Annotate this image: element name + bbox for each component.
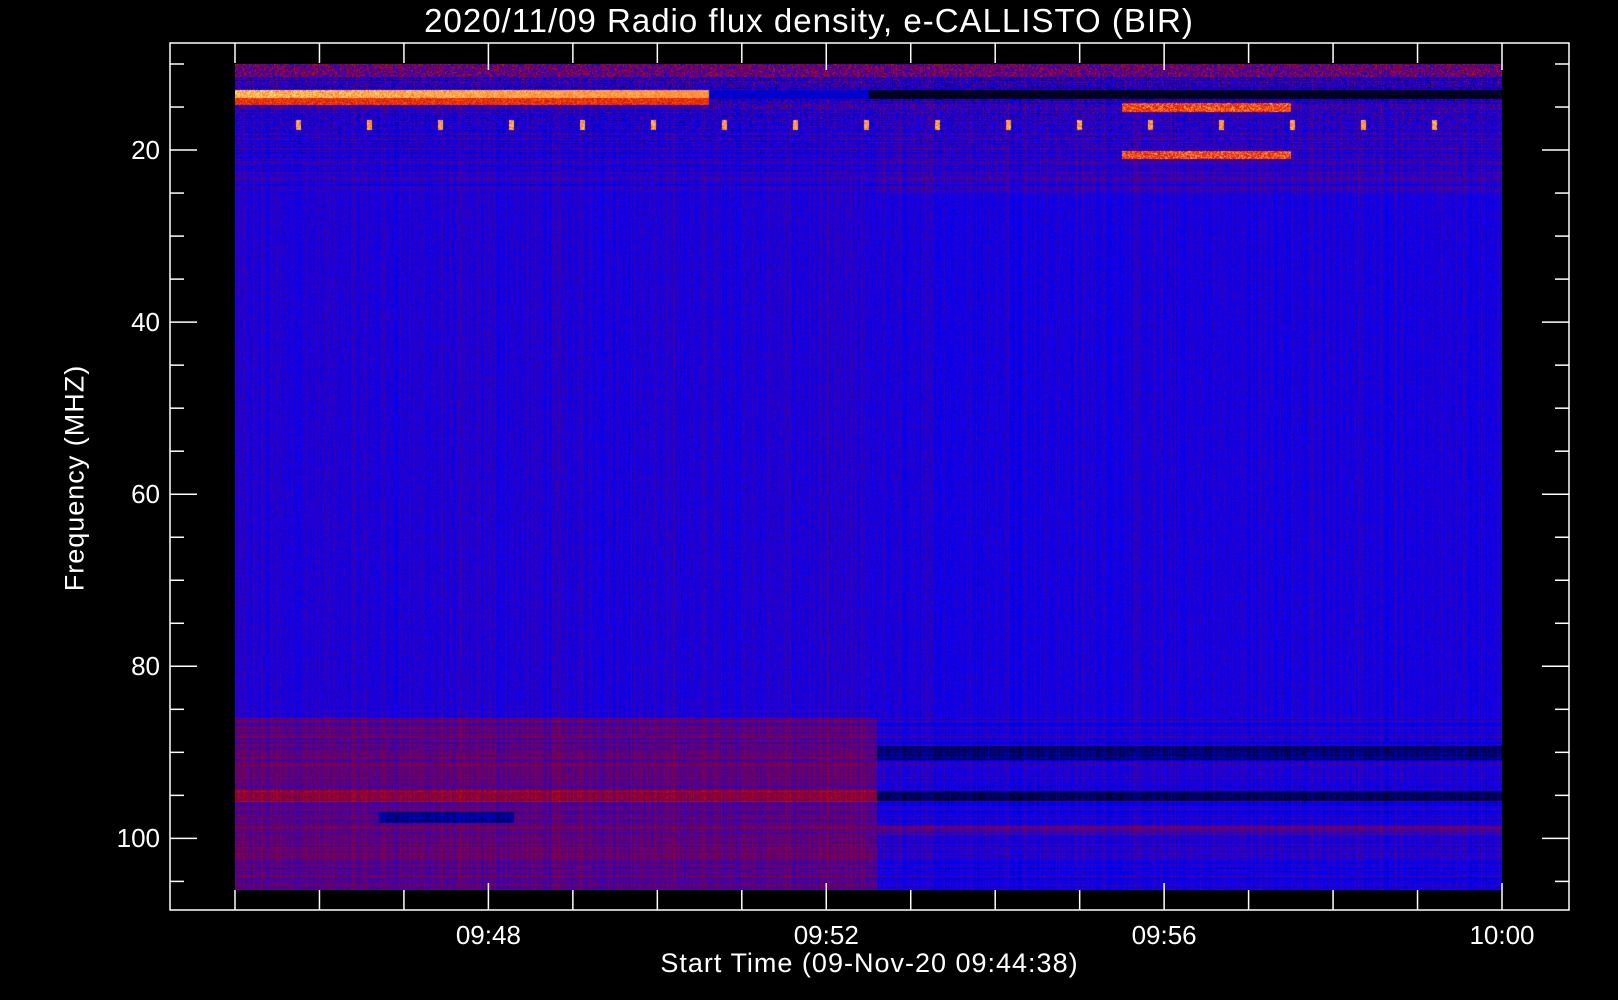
y-tick-label: 40 <box>131 307 160 338</box>
y-tick-label: 100 <box>116 823 160 854</box>
x-tick-label: 09:48 <box>455 920 521 950</box>
y-tick-label: 80 <box>131 651 160 682</box>
y-tick-label: 20 <box>131 135 160 166</box>
x-tick-label: 10:00 <box>1469 920 1535 950</box>
y-axis-label: Frequency (MHZ) <box>59 364 90 592</box>
plot-frame <box>169 42 1570 911</box>
x-tick-label: 09:52 <box>793 920 859 950</box>
axes-frame <box>169 42 1570 911</box>
x-axis-label: Start Time (09-Nov-20 09:44:38) <box>660 948 1079 978</box>
x-tick-label: 09:56 <box>1131 920 1197 950</box>
